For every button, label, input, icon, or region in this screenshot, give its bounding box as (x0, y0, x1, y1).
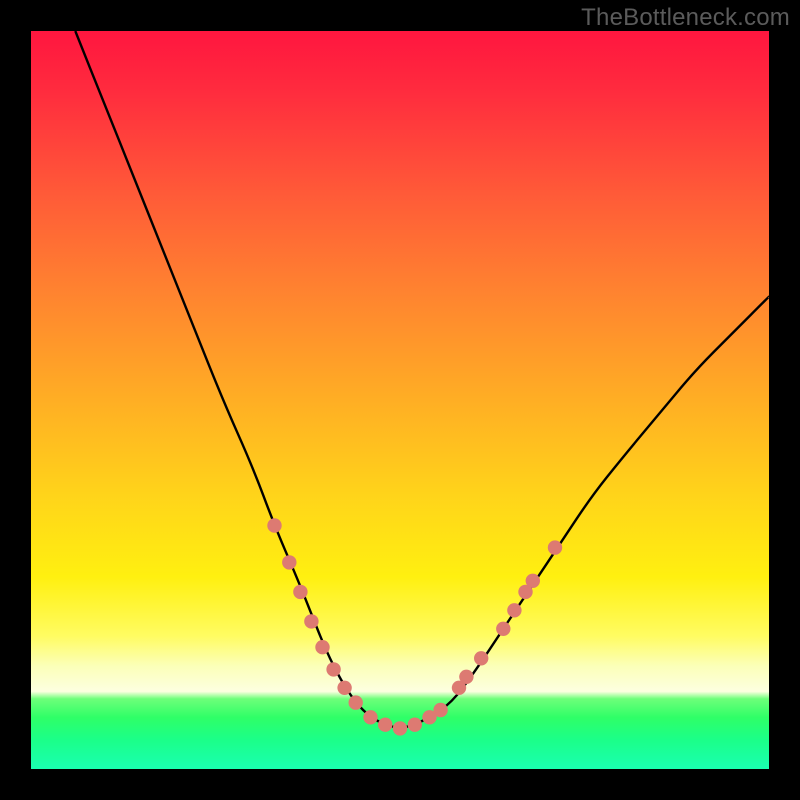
marker-dot (393, 721, 407, 735)
marker-dot (282, 555, 296, 569)
marker-dot (349, 695, 363, 709)
marker-dot (293, 585, 307, 599)
marker-dot (408, 718, 422, 732)
marker-dot (548, 540, 562, 554)
marker-dot (363, 710, 377, 724)
marker-dot (304, 614, 318, 628)
marker-dot (496, 622, 510, 636)
marker-dot (326, 662, 340, 676)
marker-dot (378, 718, 392, 732)
marker-dot (267, 518, 281, 532)
marker-dot (315, 640, 329, 654)
marker-group (267, 518, 562, 735)
marker-dot (507, 603, 521, 617)
watermark-text: TheBottleneck.com (581, 4, 790, 32)
marker-dot (459, 670, 473, 684)
marker-dot (337, 681, 351, 695)
marker-dot (433, 703, 447, 717)
bottleneck-curve-path (75, 31, 769, 728)
chart-plot-area (31, 31, 769, 769)
chart-frame: TheBottleneck.com (0, 0, 800, 800)
marker-dot (526, 574, 540, 588)
chart-svg (31, 31, 769, 769)
marker-dot (474, 651, 488, 665)
